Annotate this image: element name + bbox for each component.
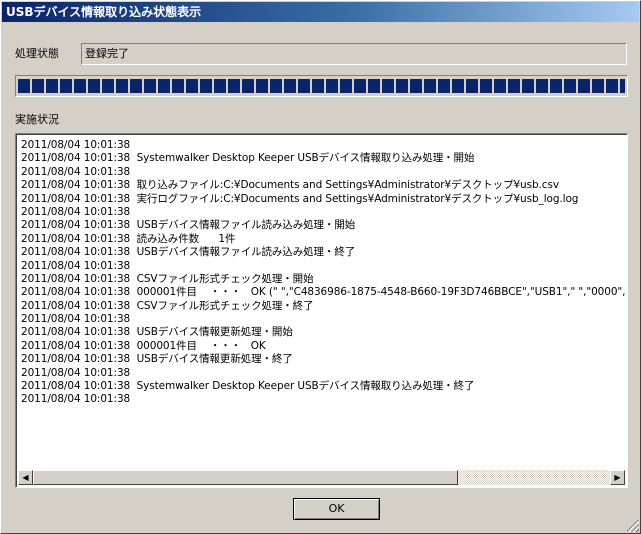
log-line: 2011/08/04 10:01:38 USBデバイス情報更新処理・開始 xyxy=(21,326,293,339)
window-title: USBデバイス情報取り込み状態表示 xyxy=(6,5,202,19)
log-line: 2011/08/04 10:01:38 取り込みファイル:C:¥Document… xyxy=(21,179,559,192)
log-line: 2011/08/04 10:01:38 xyxy=(21,139,131,151)
log-line: 2011/08/04 10:01:38 xyxy=(21,313,131,326)
horizontal-scrollbar[interactable]: ◀ ▶ xyxy=(18,470,625,485)
log-line: 2011/08/04 10:01:38 xyxy=(21,259,131,272)
log-line: 2011/08/04 10:01:38 xyxy=(21,165,131,178)
scroll-thumb[interactable] xyxy=(33,470,458,485)
log-line: 2011/08/04 10:01:38 読み込み件数 1件 xyxy=(21,232,236,245)
log-line: 2011/08/04 10:01:38 xyxy=(21,393,131,406)
log-line: 2011/08/04 10:01:38 USBデバイス情報更新処理・終了 xyxy=(21,353,293,366)
progress-bar xyxy=(15,75,628,97)
log-line: 2011/08/04 10:01:38 実行ログファイル:C:¥Document… xyxy=(21,192,579,205)
log-line: 2011/08/04 10:01:38 Systemwalker Desktop… xyxy=(21,380,475,393)
log-line: 2011/08/04 10:01:38 Systemwalker Desktop… xyxy=(21,152,475,165)
dialog-window: USBデバイス情報取り込み状態表示 処理状態 登録完了 実施状況 2011/08… xyxy=(0,0,641,534)
log-line: 2011/08/04 10:01:38 USBデバイス情報ファイル読み込み処理・… xyxy=(21,219,356,232)
log-content: 2011/08/04 10:01:38 2011/08/04 10:01:38 S… xyxy=(21,139,625,470)
log-line: 2011/08/04 10:01:38 CSVファイル形式チェック処理・開始 xyxy=(21,272,314,285)
log-line: 2011/08/04 10:01:38 xyxy=(21,205,131,218)
log-line: 2011/08/04 10:01:38 000001件目 ・・・ OK xyxy=(21,339,266,352)
log-line: 2011/08/04 10:01:38 000001件目 ・・・ OK (" "… xyxy=(21,286,625,299)
log-line: 2011/08/04 10:01:38 CSVファイル形式チェック処理・終了 xyxy=(21,299,314,312)
status-label: 処理状態 xyxy=(15,47,59,60)
status-field: 登録完了 xyxy=(81,43,627,65)
log-line: 2011/08/04 10:01:38 xyxy=(21,366,131,379)
resize-grip-icon[interactable] xyxy=(627,520,639,532)
scroll-right-arrow-icon[interactable]: ▶ xyxy=(610,470,625,485)
log-label: 実施状況 xyxy=(15,113,59,126)
log-textarea[interactable]: 2011/08/04 10:01:38 2011/08/04 10:01:38 S… xyxy=(15,133,628,488)
scroll-left-arrow-icon[interactable]: ◀ xyxy=(18,470,33,485)
ok-button[interactable]: OK xyxy=(293,498,380,520)
title-bar[interactable]: USBデバイス情報取り込み状態表示 xyxy=(2,2,639,22)
progress-fill xyxy=(18,79,625,93)
log-line: 2011/08/04 10:01:38 USBデバイス情報ファイル読み込み処理・… xyxy=(21,246,356,259)
